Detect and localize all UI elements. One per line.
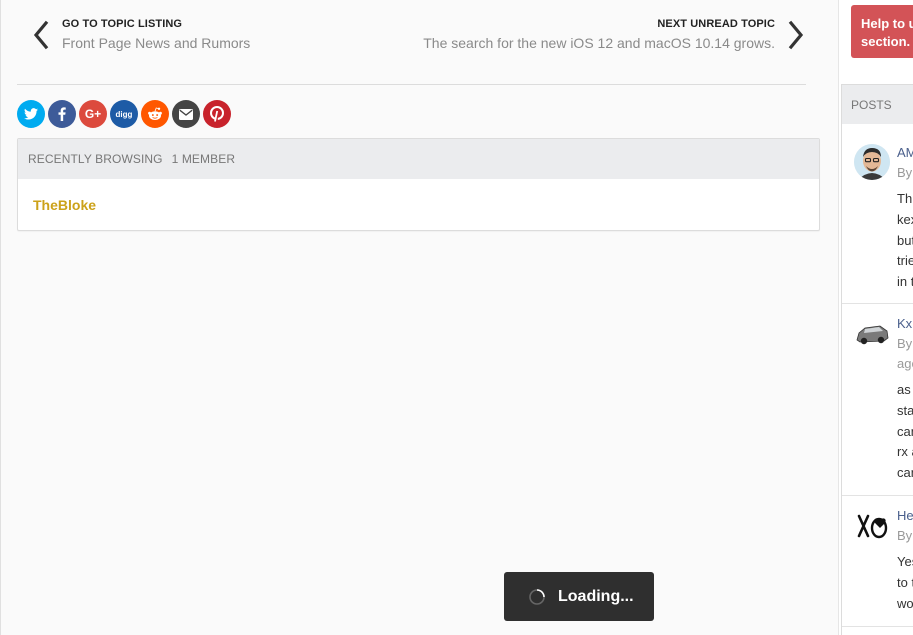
help-box-line2: section. [861, 34, 911, 49]
reddit-icon [148, 107, 162, 120]
share-facebook-button[interactable] [48, 100, 76, 128]
topic-navigation: GO TO TOPIC LISTING Front Page News and … [17, 0, 806, 85]
go-to-topic-listing-link[interactable]: GO TO TOPIC LISTING Front Page News and … [31, 16, 250, 51]
list-item[interactable]: AM By Th kex but trie in t [842, 125, 913, 304]
post-text: as [897, 382, 911, 397]
post-meta: By [897, 528, 913, 543]
post-title[interactable]: AM [897, 145, 913, 160]
post-text: rx a [897, 444, 913, 459]
prev-kicker: GO TO TOPIC LISTING [62, 18, 183, 30]
avatar [854, 508, 890, 544]
post-meta: By [897, 336, 913, 351]
pinterest-icon [210, 106, 224, 122]
post-meta-time: age [897, 356, 913, 371]
post-text: can [897, 424, 913, 439]
recently-browsing-count: 1 MEMBER [171, 152, 236, 166]
share-buttons: G+ digg [17, 100, 231, 128]
post-text: trie [897, 253, 913, 268]
share-email-button[interactable] [172, 100, 200, 128]
post-text: to t [897, 575, 913, 590]
sidebar: Help to u section. POSTS AM By Th kex [840, 0, 913, 635]
recently-browsing-panel: RECENTLY BROWSING 1 MEMBER TheBloke [17, 138, 820, 231]
next-unread-topic-link[interactable]: NEXT UNREAD TOPIC The search for the new… [423, 16, 806, 51]
post-text: can [897, 465, 913, 480]
share-google-plus-button[interactable]: G+ [79, 100, 107, 128]
next-kicker: NEXT UNREAD TOPIC [657, 18, 775, 30]
member-link[interactable]: TheBloke [33, 197, 96, 213]
posts-widget: POSTS AM By Th kex but trie in t [841, 84, 913, 635]
share-reddit-button[interactable] [141, 100, 169, 128]
post-text: Th [897, 191, 913, 206]
prev-title: Front Page News and Rumors [62, 35, 251, 51]
post-text: wo [897, 596, 913, 611]
post-text: kex [897, 212, 913, 227]
post-text: Yes [897, 554, 913, 569]
email-icon [179, 108, 193, 120]
spinner-icon [529, 588, 545, 605]
main-content: GO TO TOPIC LISTING Front Page News and … [0, 0, 839, 635]
post-title[interactable]: Kx [897, 316, 912, 331]
avatar [854, 316, 890, 352]
loading-toast: Loading... [504, 572, 654, 621]
facebook-icon [58, 107, 66, 121]
twitter-icon [24, 108, 38, 120]
share-twitter-button[interactable] [17, 100, 45, 128]
help-box[interactable]: Help to u section. [851, 5, 913, 58]
list-item[interactable]: Kx By age as sta can rx a can [842, 304, 913, 496]
help-box-line1: Help to u [861, 16, 913, 31]
chevron-left-icon [33, 20, 49, 50]
post-text: sta [897, 403, 913, 418]
google-plus-icon: G+ [84, 107, 102, 121]
post-meta: By [897, 165, 913, 180]
share-digg-button[interactable]: digg [110, 100, 138, 128]
digg-icon: digg [115, 109, 133, 119]
next-title: The search for the new iOS 12 and macOS … [423, 35, 775, 51]
share-pinterest-button[interactable] [203, 100, 231, 128]
recently-browsing-header: RECENTLY BROWSING 1 MEMBER [18, 139, 819, 179]
post-title[interactable]: He [897, 508, 913, 523]
post-text: but [897, 233, 913, 248]
list-item[interactable]: He By Yes to t wo [842, 496, 913, 627]
loading-text: Loading... [558, 587, 634, 605]
recently-browsing-label: RECENTLY BROWSING [28, 152, 163, 166]
avatar [854, 144, 890, 180]
posts-widget-header: POSTS [842, 85, 913, 124]
chevron-right-icon [788, 20, 804, 50]
post-text: in t [897, 274, 913, 289]
